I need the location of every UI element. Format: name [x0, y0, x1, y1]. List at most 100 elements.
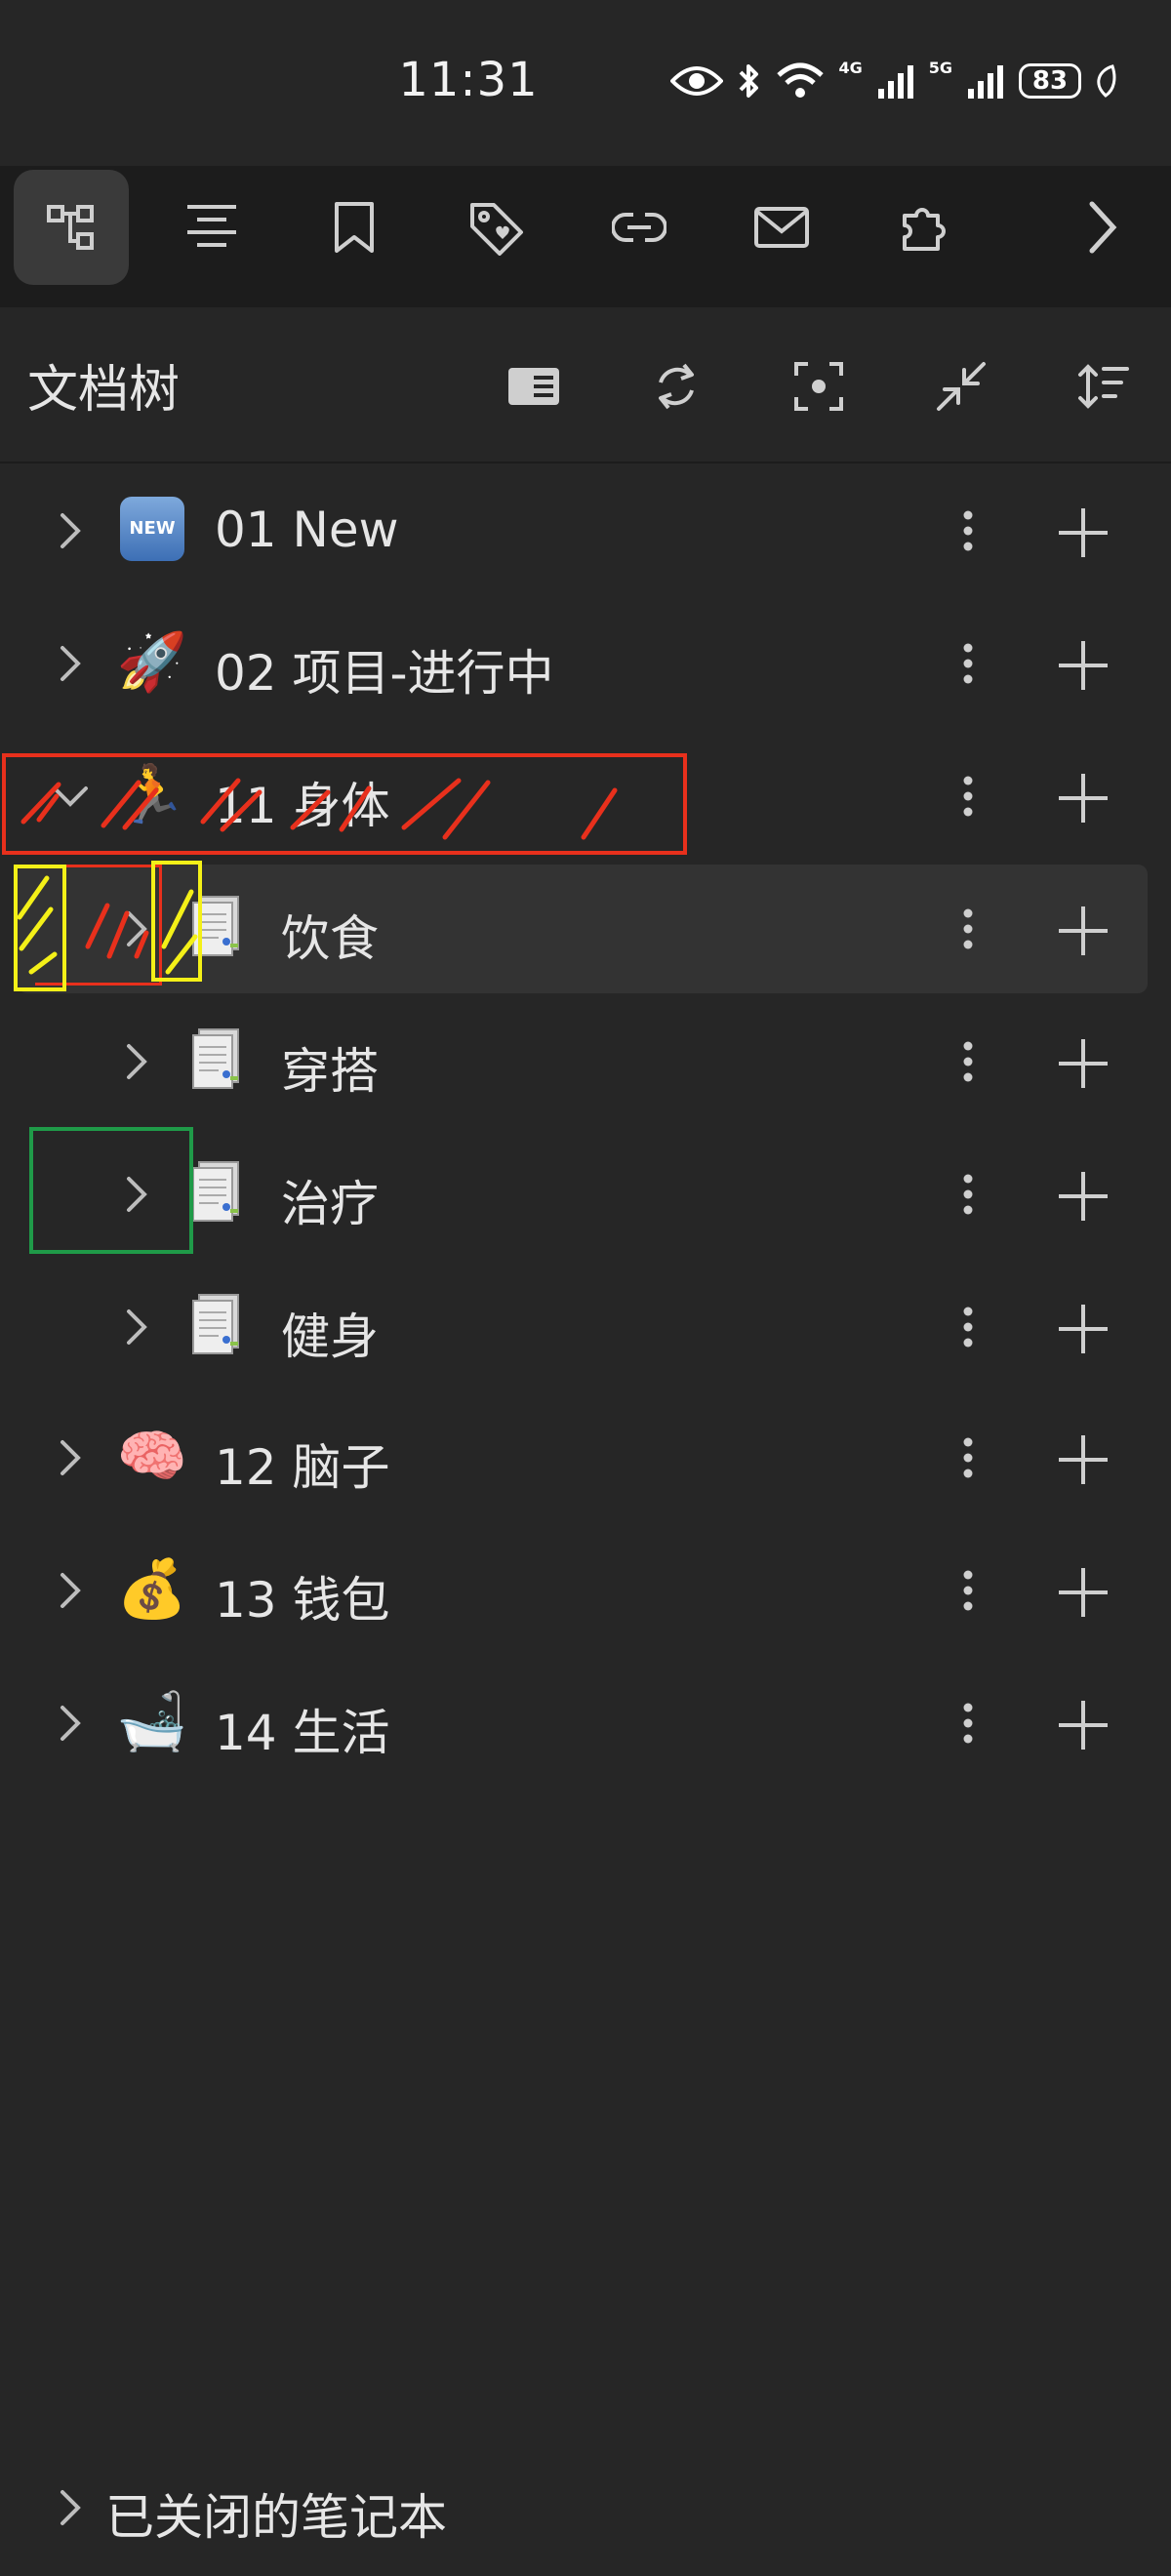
tree-row-notebook[interactable]: 🛁 14 生活 [0, 1659, 1171, 1788]
panel-icon [508, 368, 559, 405]
tab-doc-tree[interactable] [14, 170, 129, 285]
expand-toggle[interactable] [107, 1298, 166, 1356]
tree-row-label: 13 钱包 [215, 1572, 390, 1629]
locate-doc-button[interactable] [785, 352, 853, 421]
refresh-button[interactable] [642, 352, 710, 421]
plus-icon [1059, 508, 1108, 557]
add-doc-button[interactable] [1052, 1165, 1114, 1228]
tree-row-label: 穿搭 [281, 1043, 379, 1100]
focus-icon [794, 362, 843, 411]
plus-icon [1059, 906, 1108, 955]
more-button[interactable] [949, 1032, 988, 1091]
tree-row-notebook[interactable]: NEW 01 New [0, 466, 1171, 595]
more-vertical-icon [963, 1570, 973, 1611]
brain-icon: 🧠 [116, 1423, 188, 1489]
expand-toggle[interactable] [41, 1694, 100, 1752]
panel-title: 文档树 [27, 361, 181, 420]
annotation-scribbles [17, 778, 618, 975]
dock-toolbar [0, 166, 1171, 307]
add-doc-button[interactable] [1052, 767, 1114, 829]
closed-notebooks-label: 已关闭的笔记本 [105, 2489, 447, 2546]
sort-button[interactable] [1070, 352, 1138, 421]
chevron-right-icon [61, 1706, 81, 1741]
tree-row-label: 02 项目-进行中 [215, 645, 554, 702]
plus-icon [1059, 1701, 1108, 1750]
eye-icon [670, 61, 724, 101]
bathtub-icon: 🛁 [116, 1688, 188, 1754]
tab-outline[interactable] [154, 170, 269, 285]
more-button[interactable] [949, 502, 988, 560]
more-button[interactable] [949, 1165, 988, 1224]
tree-row-label: 01 New [215, 502, 399, 558]
more-button[interactable] [949, 1298, 988, 1356]
tab-inbox[interactable] [724, 170, 839, 285]
expand-toggle[interactable] [41, 502, 100, 560]
expand-toggle[interactable] [41, 2478, 100, 2537]
tree-row-label: 健身 [281, 1308, 379, 1365]
network-label-5g: 5G [928, 58, 952, 77]
tab-tag[interactable] [439, 170, 554, 285]
tab-bookmark[interactable] [297, 170, 412, 285]
more-button[interactable] [949, 1694, 988, 1752]
doc-tree-icon [47, 205, 94, 250]
add-doc-button[interactable] [1052, 1032, 1114, 1095]
tree-row-notebook[interactable]: 💰 13 钱包 [0, 1526, 1171, 1655]
rocket-icon: 🚀 [116, 628, 188, 695]
more-button[interactable] [949, 1429, 988, 1487]
tree-row-notebook[interactable]: 🚀 02 项目-进行中 [0, 599, 1171, 728]
inbox-icon [754, 207, 809, 248]
bookmark-icon [335, 202, 374, 253]
expand-toggle[interactable] [107, 1032, 166, 1091]
expand-toggle[interactable] [41, 1561, 100, 1620]
status-bar: 11:31 4G 5G 83 [0, 0, 1171, 166]
signal-icon [876, 61, 915, 101]
wifi-icon [776, 61, 825, 101]
closed-notebooks-toggle[interactable]: 已关闭的笔记本 [0, 2449, 1171, 2566]
plus-icon [1059, 774, 1108, 823]
more-vertical-icon [963, 1041, 973, 1082]
tab-backlinks[interactable] [582, 170, 697, 285]
toolbar-more-button[interactable] [1044, 170, 1161, 285]
expand-toggle[interactable] [41, 634, 100, 693]
panel-header: 文档树 [0, 307, 1171, 463]
more-vertical-icon [963, 1703, 973, 1744]
tree-row-label: 治疗 [281, 1176, 379, 1232]
annotation-green-box [29, 1127, 193, 1254]
chevron-right-icon [1089, 201, 1117, 254]
plus-icon [1059, 1568, 1108, 1617]
focus-editor-button[interactable] [500, 352, 568, 421]
tree-row-doc[interactable]: 穿搭 [0, 997, 1171, 1126]
document-icon [182, 1025, 252, 1095]
tree-row-label: 12 脑子 [215, 1439, 390, 1496]
plus-icon [1059, 641, 1108, 690]
add-doc-button[interactable] [1052, 634, 1114, 697]
more-button[interactable] [949, 1561, 988, 1620]
backlink-icon [612, 213, 666, 242]
battery-indicator: 83 [1019, 63, 1081, 99]
plugin-icon [903, 208, 946, 251]
tree-row-doc[interactable]: 健身 [0, 1263, 1171, 1391]
plus-icon [1059, 1172, 1108, 1221]
leaf-icon [1095, 64, 1116, 98]
expand-toggle[interactable] [41, 1429, 100, 1487]
add-doc-button[interactable] [1052, 502, 1114, 564]
add-doc-button[interactable] [1052, 1298, 1114, 1360]
add-doc-button[interactable] [1052, 1561, 1114, 1624]
add-doc-button[interactable] [1052, 900, 1114, 962]
signal-icon-2 [966, 61, 1005, 101]
add-doc-button[interactable] [1052, 1694, 1114, 1756]
tag-icon [470, 203, 523, 256]
document-icon [182, 1290, 252, 1360]
status-icons: 4G 5G 83 [670, 58, 1116, 101]
add-doc-button[interactable] [1052, 1429, 1114, 1491]
more-button[interactable] [949, 767, 988, 825]
tree-row-notebook[interactable]: 🧠 12 脑子 [0, 1393, 1171, 1522]
network-label-4g: 4G [838, 58, 863, 77]
more-vertical-icon [963, 1307, 973, 1348]
more-button[interactable] [949, 900, 988, 958]
chevron-right-icon [127, 1044, 147, 1079]
more-vertical-icon [963, 1437, 973, 1478]
collapse-all-button[interactable] [927, 352, 995, 421]
tab-plugin[interactable] [867, 170, 982, 285]
more-button[interactable] [949, 634, 988, 693]
